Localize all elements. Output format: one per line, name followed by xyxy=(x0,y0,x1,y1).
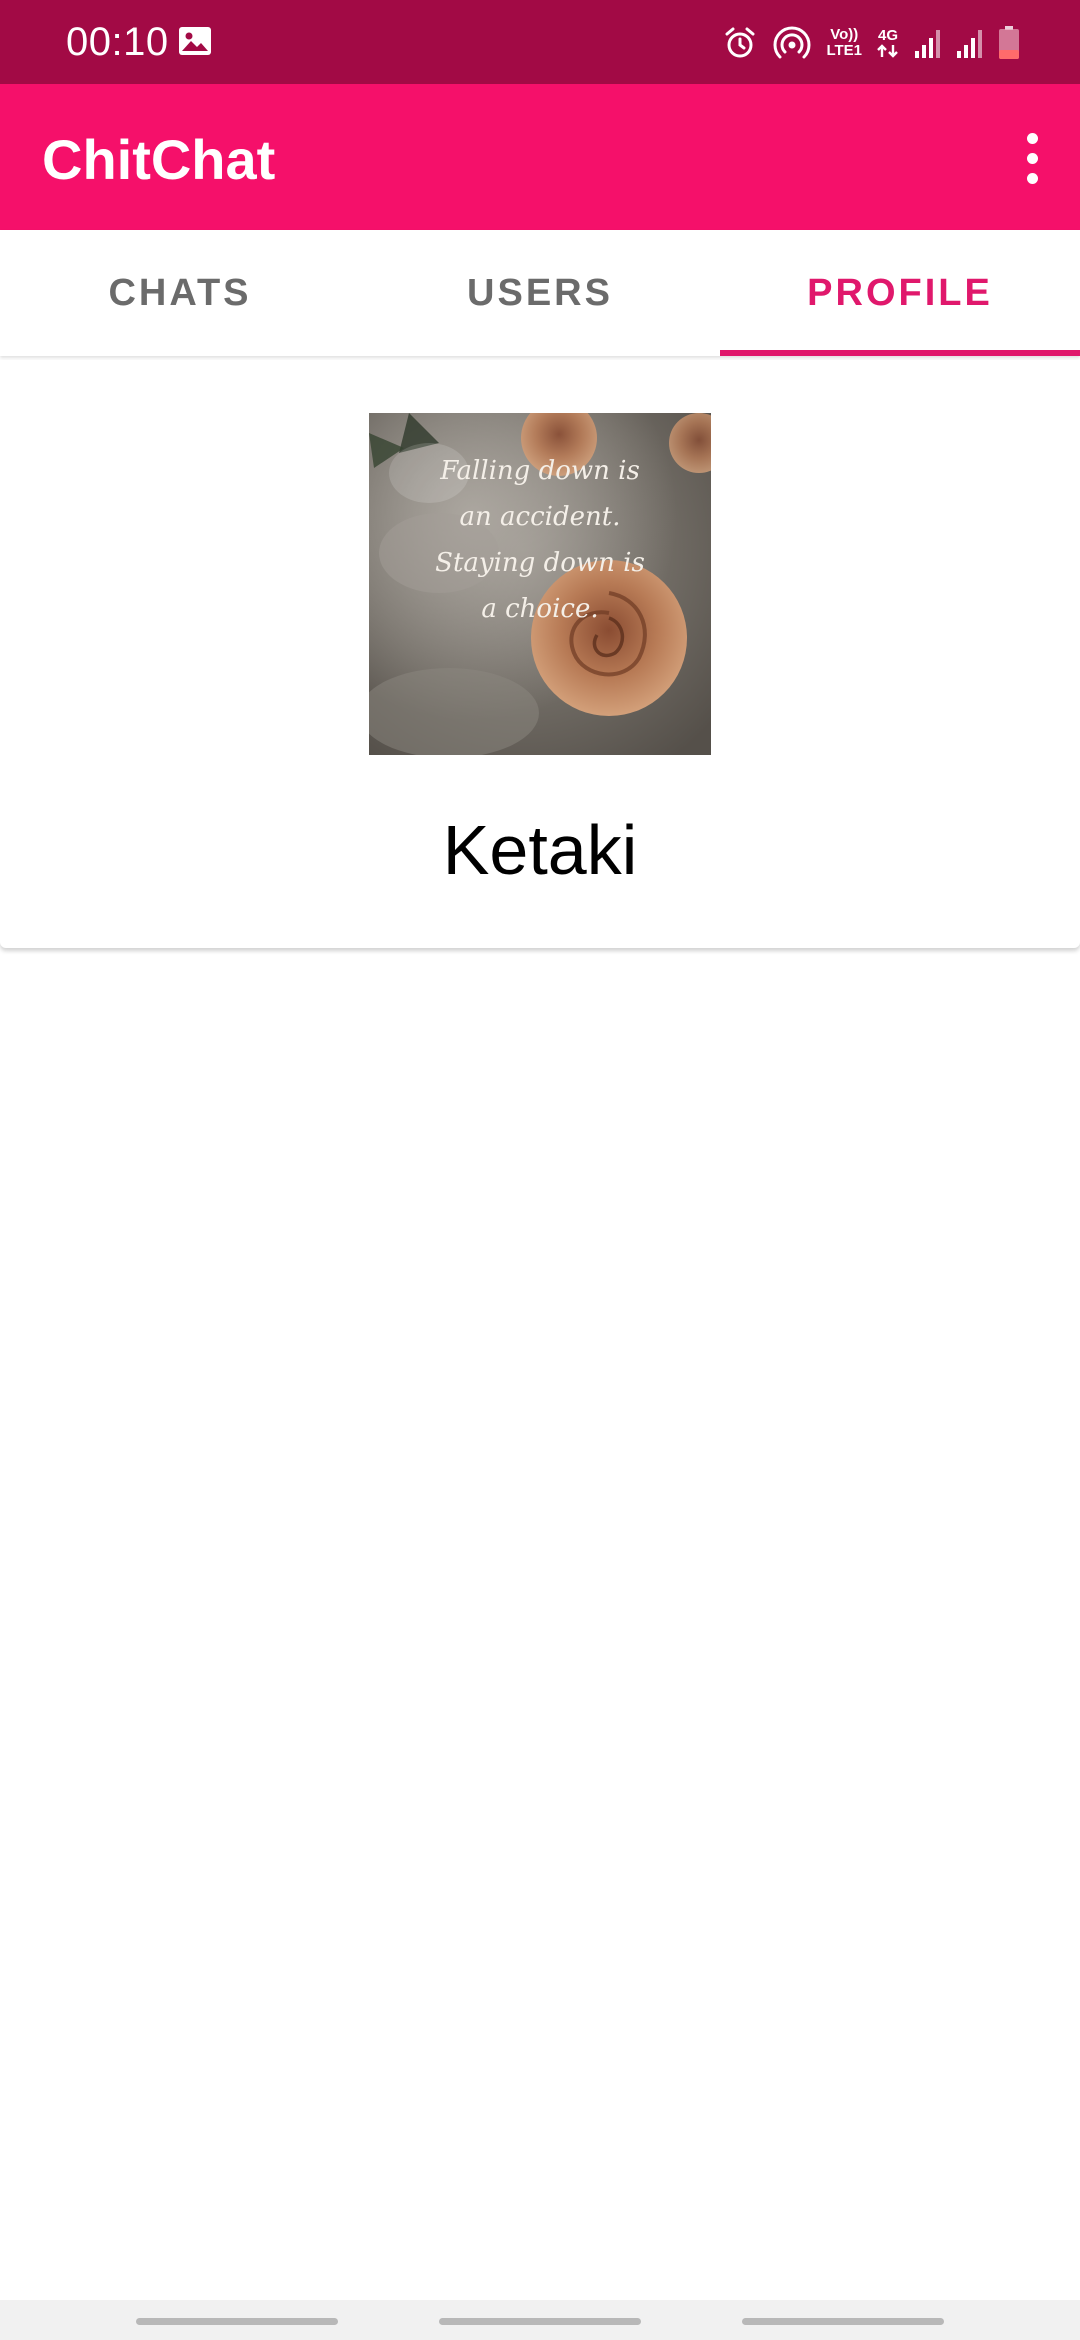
profile-image[interactable]: Falling down is an accident. Staying dow… xyxy=(369,413,711,755)
profile-photo: Falling down is an accident. Staying dow… xyxy=(369,413,711,755)
quote-line: an accident. xyxy=(460,502,621,532)
menu-dot xyxy=(1026,152,1038,164)
lte-label: LTE1 xyxy=(826,42,862,59)
tab-bar: CHATS USERS PROFILE xyxy=(0,230,1080,356)
quote-line: Falling down is xyxy=(439,456,640,486)
volte-label: Vo)) xyxy=(830,26,859,43)
menu-dot xyxy=(1026,132,1038,144)
nav-gesture-right[interactable] xyxy=(742,2318,944,2325)
screen: 00:10 Vo)) LTE1 4G ChitChat CHATS USERS … xyxy=(0,0,1080,2340)
battery-icon xyxy=(998,26,1020,60)
status-icons: Vo)) LTE1 4G xyxy=(722,20,1020,66)
hotspot-icon xyxy=(772,25,812,61)
menu-dot xyxy=(1026,172,1038,184)
tab-indicator xyxy=(720,350,1080,356)
volte-indicator: Vo)) LTE1 xyxy=(826,27,862,59)
more-vert-icon[interactable] xyxy=(1000,122,1064,194)
data-arrows-icon xyxy=(877,44,898,58)
status-time: 00:10 xyxy=(66,20,169,64)
signal-icon xyxy=(956,27,984,59)
tab-users[interactable]: USERS xyxy=(360,230,720,356)
signal-icon xyxy=(914,27,942,59)
tab-chats[interactable]: CHATS xyxy=(0,230,360,356)
network-indicator: 4G xyxy=(876,28,900,58)
navigation-bar xyxy=(0,2300,1080,2340)
app-bar: ChitChat xyxy=(0,84,1080,230)
quote-line: Staying down is xyxy=(435,548,645,578)
gallery-icon xyxy=(178,26,212,56)
network-type-label: 4G xyxy=(877,27,898,44)
nav-gesture-home[interactable] xyxy=(439,2318,641,2325)
app-title: ChitChat xyxy=(42,128,276,191)
status-bar: 00:10 Vo)) LTE1 4G xyxy=(0,0,1080,84)
quote-line: a choice. xyxy=(481,594,598,624)
nav-gesture-left[interactable] xyxy=(136,2318,338,2325)
profile-card: Falling down is an accident. Staying dow… xyxy=(0,360,1080,948)
profile-name: Ketaki xyxy=(442,811,638,889)
tab-profile[interactable]: PROFILE xyxy=(720,230,1080,356)
alarm-icon xyxy=(722,25,758,61)
